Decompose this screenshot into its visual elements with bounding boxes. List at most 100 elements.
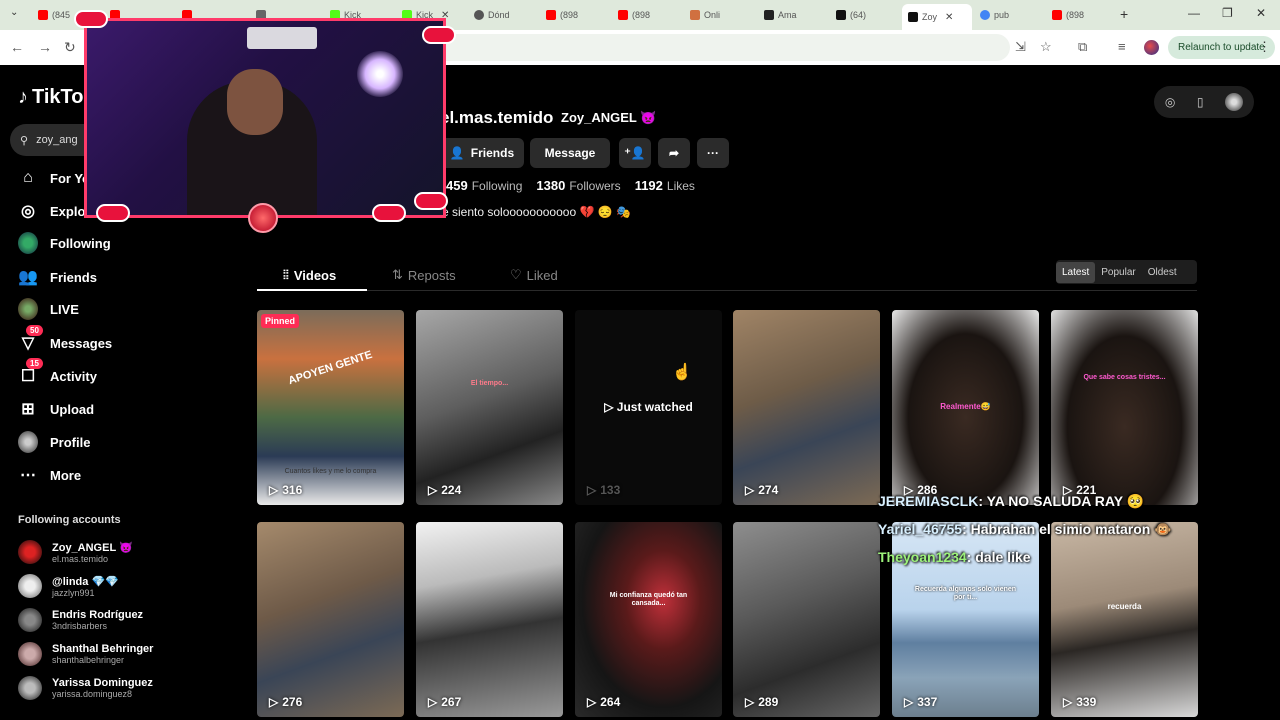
wall-air-conditioner <box>247 27 317 49</box>
tiktok-logo[interactable]: ♪ TikTo <box>18 86 83 109</box>
nav-friends[interactable]: 👥 Friends <box>18 267 97 287</box>
compass-icon: ◎ <box>21 203 35 220</box>
followers-stat[interactable]: 1380 Followers <box>536 178 620 193</box>
bookmark-star-icon[interactable]: ☆ <box>1040 39 1052 55</box>
extensions-puzzle-icon[interactable]: ⧉ <box>1078 39 1087 55</box>
avatar <box>18 540 42 564</box>
live-avatar-icon <box>18 298 38 320</box>
browser-menu-icon[interactable]: ⋮ <box>1258 39 1271 55</box>
nav-profile[interactable]: Profile <box>18 431 90 453</box>
tiktok-icon <box>836 10 846 20</box>
upload-icon: ⊞ <box>21 401 35 418</box>
restore-icon[interactable]: ❐ <box>1222 6 1233 20</box>
video-thumbnail[interactable]: recuerda ▷ 339 <box>1051 522 1198 717</box>
video-caption: Que sabe cosas tristes... <box>1083 374 1166 381</box>
message-button[interactable]: Message <box>530 138 610 168</box>
tab-reposts[interactable]: ⇅ Reposts <box>392 267 456 283</box>
video-thumbnail[interactable]: ▷ Just watched ▷ 133 <box>575 310 722 505</box>
following-account-item[interactable]: Endris Rodríguez 3ndrisbarbers <box>18 608 143 632</box>
device-icon[interactable]: ▯ <box>1197 95 1204 109</box>
live-avatar <box>18 298 38 320</box>
nav-explore[interactable]: ◎ Explo <box>18 201 85 221</box>
tab-liked[interactable]: ♡ Liked <box>510 267 558 283</box>
grid-icon: ⦙⦙ <box>283 267 289 282</box>
browser-tab[interactable]: (898 <box>1046 4 1118 26</box>
browser-tab[interactable]: Ama <box>758 4 830 26</box>
nav-messages[interactable]: ▽ 50 Messages <box>18 325 112 353</box>
profile-avatar <box>18 431 38 453</box>
view-count: ▷ 276 <box>269 695 303 709</box>
sort-latest[interactable]: Latest <box>1056 261 1096 283</box>
just-watched-label: ▷ Just watched <box>604 400 693 414</box>
play-icon: ▷ <box>428 483 438 497</box>
account-name: Endris Rodríguez <box>52 609 144 621</box>
following-account-item[interactable]: Zoy_ANGEL 👿 el.mas.temido <box>18 540 133 564</box>
profile-nickname: Zoy_ANGEL 👿 <box>561 110 657 125</box>
video-thumbnail[interactable]: Que sabe cosas tristes... ▷ 221 <box>1051 310 1198 505</box>
messages-badge: 50 <box>26 325 43 336</box>
browser-tab[interactable]: pub <box>974 4 1046 26</box>
account-username: yarissa.dominguez8 <box>52 689 133 699</box>
nav-live[interactable]: LIVE <box>18 298 79 320</box>
account-username: 3ndrisbarbers <box>52 621 108 631</box>
avatar[interactable] <box>1225 93 1244 111</box>
forward-arrow-icon[interactable]: → <box>38 39 52 55</box>
browser-tab[interactable]: Onli <box>684 4 756 26</box>
video-thumbnail[interactable]: ▷ 276 <box>257 522 404 717</box>
view-count: ▷ 339 <box>1063 695 1097 709</box>
browser-tab[interactable]: (64) <box>830 4 902 26</box>
search-icon: ⚲ <box>20 134 29 147</box>
window-close-icon[interactable]: ✕ <box>1256 6 1266 20</box>
following-account-item[interactable]: Yarissa Dominguez yarissa.dominguez8 <box>18 676 153 700</box>
sort-popular[interactable]: Popular <box>1095 262 1141 283</box>
view-count: ▷ 274 <box>745 483 779 497</box>
active-tab-indicator <box>257 289 367 291</box>
coin-icon[interactable]: ◎ <box>1165 95 1175 109</box>
followers-count: 1380 <box>536 178 566 193</box>
video-thumbnail[interactable]: ▷ 267 <box>416 522 563 717</box>
nav-for-you[interactable]: ⌂ For Yo <box>18 168 90 188</box>
following-account-item[interactable]: Shanthal Behringer shanthalbehringer <box>18 642 153 666</box>
browser-tab[interactable]: (898 <box>612 4 684 26</box>
video-thumbnail[interactable]: ▷ 289 <box>733 522 880 717</box>
new-tab-plus-icon[interactable]: + <box>1120 6 1128 22</box>
nav-activity[interactable]: ☐ 15 Activity <box>18 358 97 386</box>
play-icon: ▷ <box>269 695 279 709</box>
avatar <box>18 676 42 700</box>
more-icon: ⋯ <box>20 467 36 484</box>
account-username: el.mas.temido <box>52 553 109 564</box>
close-tab-icon[interactable]: ✕ <box>945 12 953 23</box>
tab-search-chevron-icon[interactable]: ⌄ <box>10 7 18 18</box>
friends-button[interactable]: 👤 Friends <box>440 138 524 168</box>
more-options-icon[interactable]: ··· <box>697 138 729 168</box>
following-avatar-icon <box>18 232 38 254</box>
video-thumbnail[interactable]: Pinned APOYEN GENTE Cuantos likes y me l… <box>257 310 404 505</box>
following-account-item[interactable]: @linda 💎💎 jazzlyn991 <box>18 574 119 598</box>
video-caption: El tiempo... <box>470 380 509 387</box>
browser-profile-avatar[interactable] <box>1144 40 1159 55</box>
video-thumbnail[interactable]: ▷ 274 <box>733 310 880 505</box>
media-controls-icon[interactable]: ≡ <box>1118 39 1126 54</box>
browser-tab[interactable]: (898 <box>540 4 612 26</box>
nav-following[interactable]: Following <box>18 232 111 254</box>
video-thumbnail[interactable]: Mi confianza quedó tan cansada... ▷ 264 <box>575 522 722 717</box>
tab-videos[interactable]: ⦙⦙ Videos <box>283 267 336 283</box>
browser-tab-active[interactable]: Zoy ✕ <box>902 4 972 30</box>
share-icon[interactable]: ➦ <box>658 138 690 168</box>
nav-upload[interactable]: ⊞ Upload <box>18 399 94 419</box>
sort-oldest[interactable]: Oldest <box>1142 262 1183 283</box>
account-name: Zoy_ANGEL 👿 <box>52 541 133 554</box>
nav-more[interactable]: ⋯ More <box>18 465 81 485</box>
browser-tab[interactable]: Dónd <box>468 4 540 26</box>
video-thumbnail[interactable]: Realmente😅 ▷ 286 <box>892 310 1039 505</box>
chat-username: Theyoan1234 <box>878 549 967 565</box>
following-stat[interactable]: 459 Following <box>446 178 522 193</box>
minimize-icon[interactable]: — <box>1188 6 1200 20</box>
likes-stat: 1192 Likes <box>635 178 695 193</box>
install-app-icon[interactable]: ⇲ <box>1015 39 1026 55</box>
friends-icon: 👥 <box>18 269 38 286</box>
add-friend-icon[interactable]: ⁺👤 <box>619 138 651 168</box>
reload-icon[interactable]: ↻ <box>64 39 76 56</box>
video-thumbnail[interactable]: El tiempo... ▷ 224 <box>416 310 563 505</box>
back-arrow-icon[interactable]: ← <box>10 39 24 55</box>
